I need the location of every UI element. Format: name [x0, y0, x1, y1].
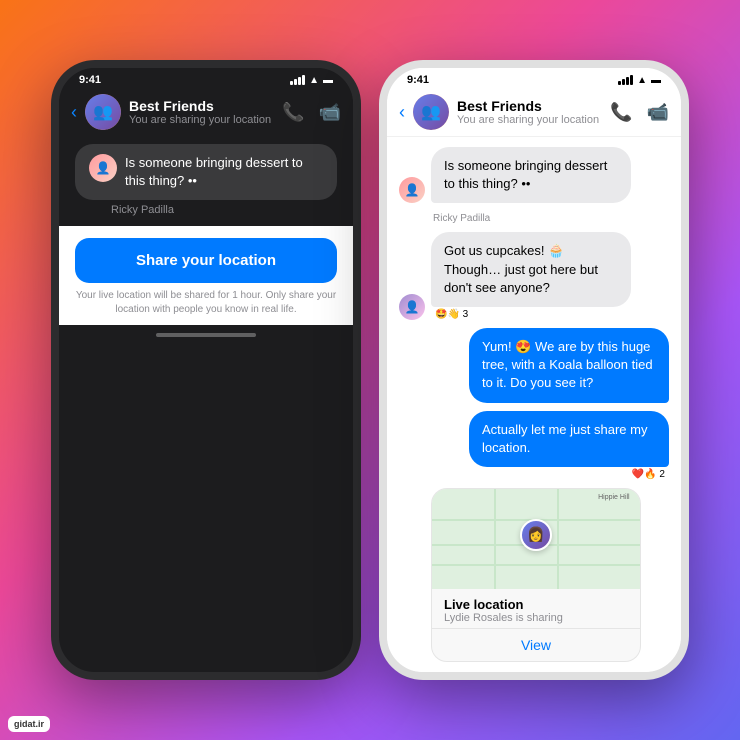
- light-header-info: Best Friends You are sharing your locati…: [457, 98, 602, 126]
- msg1-sender: Ricky Padilla: [433, 213, 669, 224]
- light-chat-name: Best Friends: [457, 98, 602, 114]
- loc-user-avatar: 👩: [520, 519, 552, 551]
- light-back-button[interactable]: ‹: [399, 102, 405, 123]
- live-location-subtitle: Lydie Rosales is sharing: [444, 612, 628, 624]
- share-disclaimer: Your live location will be shared for 1 …: [75, 289, 337, 317]
- share-location-button[interactable]: Share your location: [75, 238, 337, 283]
- battery-icon: ▬: [323, 75, 333, 86]
- msg3-bubble: Yum! 😍 We are by this huge tree, with a …: [469, 328, 669, 403]
- light-status-icons: ▲ ▬: [618, 75, 661, 86]
- phone-button[interactable]: 📞: [282, 102, 304, 123]
- light-phone-button[interactable]: 📞: [610, 102, 632, 123]
- light-avatar: 👥: [413, 94, 449, 130]
- light-chat-header: ‹ 👥 Best Friends You are sharing your lo…: [387, 88, 681, 137]
- avatar-image: 👥: [85, 94, 121, 130]
- light-battery-icon: ▬: [651, 75, 661, 86]
- message-preview: 👤 Is someone bringing dessert to this th…: [59, 136, 353, 226]
- msg4-reactions: ❤️🔥 2: [473, 469, 665, 480]
- signal-icon: [290, 75, 305, 85]
- share-location-section: Share your location Your live location w…: [59, 226, 353, 325]
- dark-status-bar: 9:41 ▲ ▬: [59, 68, 353, 88]
- header-actions: 📞 📹: [282, 102, 341, 123]
- back-button[interactable]: ‹: [71, 102, 77, 123]
- msg4-bubble: Actually let me just share my location.: [469, 411, 669, 467]
- msg-avatar: 👤: [89, 154, 117, 182]
- msg-sender: Ricky Padilla: [111, 204, 337, 216]
- header-info: Best Friends You are sharing your locati…: [129, 98, 274, 126]
- message-row-2: 👤 Got us cupcakes! 🧁 Though… just got he…: [399, 232, 669, 320]
- light-wifi-icon: ▲: [637, 75, 647, 86]
- video-button[interactable]: 📹: [319, 102, 341, 123]
- dark-status-icons: ▲ ▬: [290, 75, 333, 86]
- chat-subtitle: You are sharing your location: [129, 114, 274, 126]
- msg2-avatar: 👤: [399, 294, 425, 320]
- msg-text: Is someone bringing dessert to this thin…: [125, 154, 323, 190]
- light-avatar-image: 👥: [413, 94, 449, 130]
- chat-name: Best Friends: [129, 98, 274, 114]
- light-phone: 9:41 ▲ ▬ ‹ 👥: [379, 60, 689, 680]
- watermark: gidat.ir: [8, 716, 50, 732]
- message-input-bar: 📷 Message... 🎤 🖼 😊: [387, 672, 681, 680]
- message-row-1: 👤 Is someone bringing dessert to this th…: [399, 147, 669, 203]
- msg1-avatar: 👤: [399, 177, 425, 203]
- dark-chat-header: ‹ 👥 Best Friends You are sharing your lo…: [59, 88, 353, 136]
- light-signal-icon: [618, 75, 633, 85]
- message-row-3: Yum! 😍 We are by this huge tree, with a …: [399, 328, 669, 403]
- live-location-title: Live location: [444, 597, 628, 612]
- avatar: 👥: [85, 94, 121, 130]
- msg1-bubble: Is someone bringing dessert to this thin…: [431, 147, 631, 203]
- location-map-bg: Hippie Hill 👩: [432, 489, 640, 589]
- map-preview-label: Hippie Hill: [598, 494, 630, 501]
- location-card: Hippie Hill 👩 Live location Lydie Rosale…: [431, 488, 641, 662]
- msg2-bubble: Got us cupcakes! 🧁 Though… just got here…: [431, 232, 631, 307]
- dark-phone: 9:41 ▲ ▬ ‹ 👥: [51, 60, 361, 680]
- location-map-preview: Hippie Hill 👩: [432, 489, 640, 589]
- received-bubble-dark: 👤 Is someone bringing dessert to this th…: [75, 144, 337, 200]
- message-row-4: Actually let me just share my location. …: [399, 411, 669, 480]
- light-chat-subtitle: You are sharing your location: [457, 114, 602, 126]
- light-time: 9:41: [407, 74, 429, 86]
- light-video-button[interactable]: 📹: [647, 102, 669, 123]
- wifi-icon: ▲: [309, 75, 319, 86]
- dark-home-bar: [156, 333, 256, 337]
- dark-time: 9:41: [79, 74, 101, 86]
- light-header-actions: 📞 📹: [610, 102, 669, 123]
- location-card-info: Live location Lydie Rosales is sharing: [432, 589, 640, 628]
- msg2-reactions: 🤩👋 3: [435, 309, 631, 320]
- light-status-bar: 9:41 ▲ ▬: [387, 68, 681, 88]
- dark-home-indicator: [59, 325, 353, 345]
- view-location-button[interactable]: View: [432, 628, 640, 661]
- messages-list: 👤 Is someone bringing dessert to this th…: [387, 137, 681, 672]
